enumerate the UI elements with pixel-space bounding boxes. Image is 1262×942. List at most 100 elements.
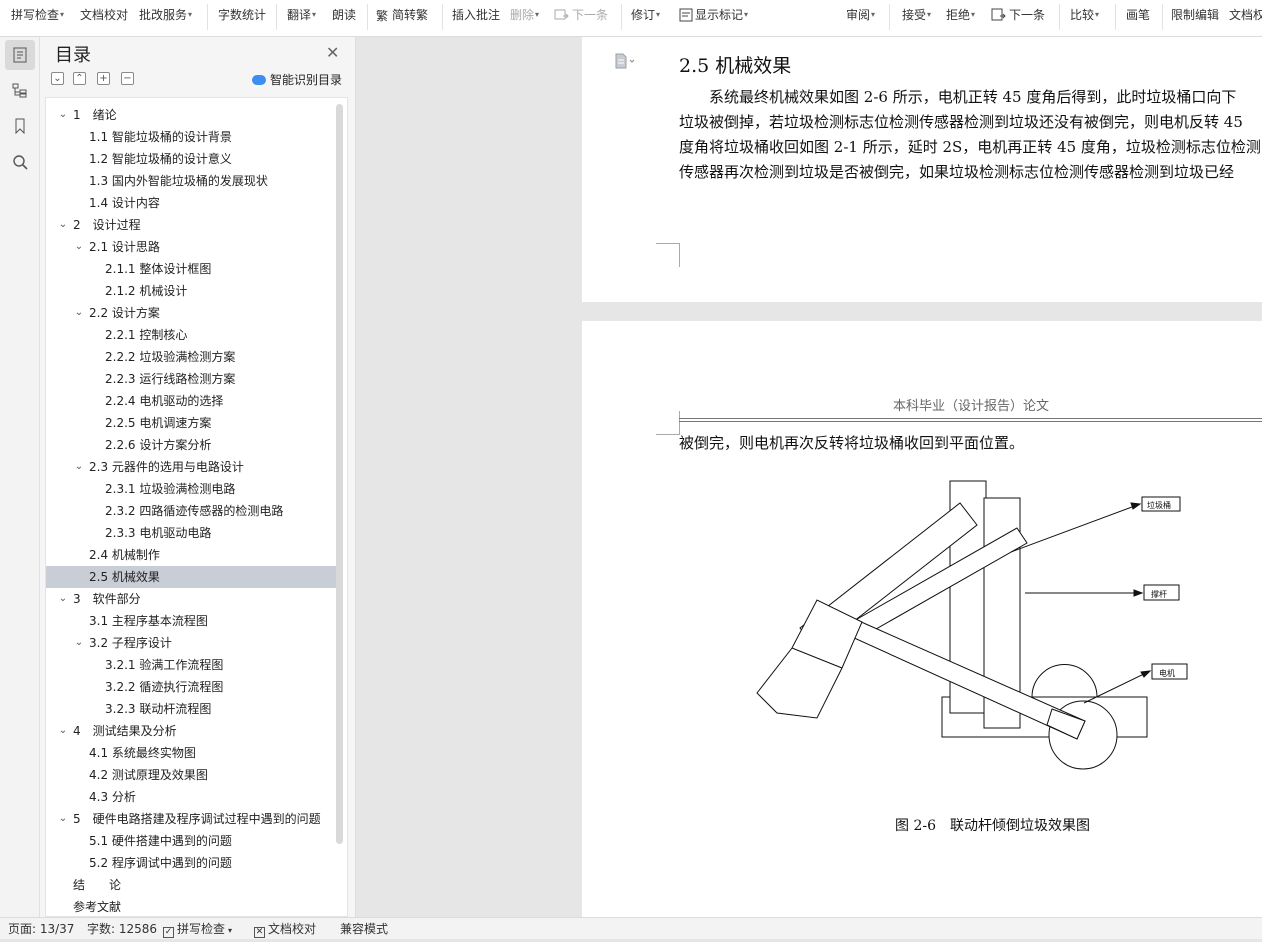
document-canvas[interactable]: 2.5 机械效果 系统最终机械效果如图 2-6 所示，电机正转 45 度角后得到… (357, 37, 1262, 917)
close-icon[interactable]: ✕ (326, 43, 339, 62)
toc-item[interactable]: 5.2 程序调试中遇到的问题 (46, 852, 336, 874)
paragraph-line: 垃圾被倒掉，若垃圾检测标志位检测传感器检测到垃圾还没有被倒完，则电机反转 45 (679, 113, 1243, 131)
toc-item[interactable]: 2.3.3 电机驱动电路 (46, 522, 336, 544)
remove-heading-icon[interactable]: − (121, 72, 134, 85)
page-14[interactable]: 本科毕业（设计报告）论文 被倒完，则电机再次反转将垃圾桶收回到平面位置。 垃圾桶… (582, 321, 1262, 917)
toc-item[interactable]: 1.4 设计内容 (46, 192, 336, 214)
toc-item[interactable]: 2.1.1 整体设计框图 (46, 258, 336, 280)
toc-item[interactable]: 2.3.2 四路循迹传感器的检测电路 (46, 500, 336, 522)
toc-item[interactable]: 5.1 硬件搭建中遇到的问题 (46, 830, 336, 852)
toc-item-label: 2.3.2 四路循迹传感器的检测电路 (105, 504, 284, 518)
figure-caption: 图 2-6 联动杆倾倒垃圾效果图 (895, 818, 1090, 834)
toc-item[interactable]: ⌄ 3 软件部分 (46, 588, 336, 610)
toc-item[interactable]: 3.2.2 循迹执行流程图 (46, 676, 336, 698)
toc-scrollbar[interactable] (336, 104, 343, 844)
toc-item-label: 2.3.3 电机驱动电路 (105, 526, 212, 540)
expand-chevron-icon[interactable]: ⌄ (73, 456, 85, 478)
toc-item[interactable]: ⌄ 3.2 子程序设计 (46, 632, 336, 654)
page-indicator[interactable]: 页面: 13/37 (8, 918, 74, 940)
toc-item[interactable]: 4.3 分析 (46, 786, 336, 808)
toc-item[interactable]: ⌄ 2.2 设计方案 (46, 302, 336, 324)
toc-item[interactable]: 2.2.6 设计方案分析 (46, 434, 336, 456)
search-panel-button[interactable] (5, 147, 35, 177)
chevron-down-icon: ▾ (312, 10, 317, 19)
pen-button[interactable]: 画笔 (1126, 6, 1150, 24)
toc-item[interactable]: ⌄ 2.1 设计思路 (46, 236, 336, 258)
linkage-diagram-figure[interactable]: 垃圾桶 撑杆 电机 (747, 473, 1197, 773)
page-13[interactable]: 2.5 机械效果 系统最终机械效果如图 2-6 所示，电机正转 45 度角后得到… (582, 37, 1262, 302)
reject-button[interactable]: 拒绝▾ (946, 6, 975, 24)
doc-check-status[interactable]: ✕ 文档校对 (254, 918, 316, 940)
toc-item-label: 2.2.6 设计方案分析 (105, 438, 212, 452)
toc-item[interactable]: ⌄ 5 硬件电路搭建及程序调试过程中遇到的问题 (46, 808, 336, 830)
chevron-down-icon: ▾ (228, 926, 233, 935)
revise-button[interactable]: 修订▾ (631, 6, 660, 24)
paragraph-handle-icon[interactable] (614, 53, 636, 69)
outline-panel-button[interactable] (5, 75, 35, 105)
next-change-button[interactable]: 下一条 (991, 6, 1045, 24)
word-count-button[interactable]: 字数统计 (218, 6, 266, 24)
header-rule (679, 418, 1262, 419)
toc-item[interactable]: 1.2 智能垃圾桶的设计意义 (46, 148, 336, 170)
toc-item[interactable]: 2.4 机械制作 (46, 544, 336, 566)
label-motor: 电机 (1159, 668, 1175, 678)
expand-chevron-icon[interactable]: ⌄ (73, 302, 85, 324)
toc-item[interactable]: 2.1.2 机械设计 (46, 280, 336, 302)
expand-chevron-icon[interactable]: ⌄ (57, 104, 69, 126)
collapse-all-icon[interactable]: ⌄ (51, 72, 64, 85)
add-heading-icon[interactable]: + (97, 72, 110, 85)
delete-comment-button[interactable]: 删除▾ (510, 6, 539, 24)
word-count-indicator[interactable]: 字数: 12586 (87, 918, 157, 940)
expand-up-icon[interactable]: ⌃ (73, 72, 86, 85)
toc-item[interactable]: 4.2 测试原理及效果图 (46, 764, 336, 786)
insert-comment-button[interactable]: 插入批注 (452, 6, 500, 24)
nav-rail (0, 37, 40, 917)
toc-item[interactable]: 2.2.3 运行线路检测方案 (46, 368, 336, 390)
toc-item[interactable]: 2.2.1 控制核心 (46, 324, 336, 346)
accept-button[interactable]: 接受▾ (902, 6, 931, 24)
toc-item[interactable]: 1.1 智能垃圾桶的设计背景 (46, 126, 336, 148)
doc-check-button[interactable]: 文档校对 (80, 6, 128, 24)
toc-item[interactable]: ⌄ 4 测试结果及分析 (46, 720, 336, 742)
toc-item[interactable]: 4.1 系统最终实物图 (46, 742, 336, 764)
simp-trad-button[interactable]: 繁简转繁 (376, 6, 428, 24)
restrict-edit-button[interactable]: 限制编辑 (1171, 6, 1219, 24)
spell-check-status[interactable]: ✓ 拼写检查 ▾ (163, 918, 232, 942)
bookmark-panel-button[interactable] (5, 111, 35, 141)
toc-item[interactable]: 参考文献 (46, 896, 336, 916)
batch-service-button[interactable]: 批改服务▾ (139, 6, 192, 24)
toc-item[interactable]: 2.2.5 电机调速方案 (46, 412, 336, 434)
expand-chevron-icon[interactable]: ⌄ (57, 808, 69, 830)
toc-item[interactable]: 2.3.1 垃圾验满检测电路 (46, 478, 336, 500)
toc-title: 目录 (55, 45, 91, 66)
review-button[interactable]: 审阅▾ (846, 6, 875, 24)
toc-item[interactable]: 2.2.4 电机驱动的选择 (46, 390, 336, 412)
toc-item[interactable]: ⌄ 2.3 元器件的选用与电路设计 (46, 456, 336, 478)
toc-item[interactable]: 3.1 主程序基本流程图 (46, 610, 336, 632)
toc-item[interactable]: 3.2.3 联动杆流程图 (46, 698, 336, 720)
toc-panel-button[interactable] (5, 40, 35, 70)
outline-tree-icon (12, 83, 27, 98)
toc-item[interactable]: 结 论 (46, 874, 336, 896)
toc-item[interactable]: 3.2.1 验满工作流程图 (46, 654, 336, 676)
compare-button[interactable]: 比较▾ (1070, 6, 1099, 24)
chevron-down-icon: ▾ (1095, 10, 1100, 19)
expand-chevron-icon[interactable]: ⌄ (57, 588, 69, 610)
toc-item[interactable]: 1.3 国内外智能垃圾桶的发展现状 (46, 170, 336, 192)
toc-item[interactable]: 2.2.2 垃圾验满检测方案 (46, 346, 336, 368)
next-comment-button[interactable]: 下一条 (554, 6, 608, 24)
expand-chevron-icon[interactable]: ⌄ (73, 236, 85, 258)
translate-button[interactable]: 翻译▾ (287, 6, 316, 24)
spell-check-button[interactable]: 拼写检查▾ (11, 6, 64, 24)
doc-rights-button[interactable]: 文档权 (1229, 6, 1262, 24)
smart-toc-button[interactable]: 智能识别目录 (252, 71, 342, 88)
expand-chevron-icon[interactable]: ⌄ (73, 632, 85, 654)
toc-item[interactable]: 2.5 机械效果 (46, 566, 336, 588)
margin-corner-mark (656, 243, 680, 267)
read-aloud-button[interactable]: 朗读 (332, 6, 356, 24)
show-marks-button[interactable]: 显示标记▾ (679, 6, 748, 24)
expand-chevron-icon[interactable]: ⌄ (57, 720, 69, 742)
expand-chevron-icon[interactable]: ⌄ (57, 214, 69, 236)
toc-item[interactable]: ⌄ 2 设计过程 (46, 214, 336, 236)
toc-item[interactable]: ⌄ 1 绪论 (46, 104, 336, 126)
